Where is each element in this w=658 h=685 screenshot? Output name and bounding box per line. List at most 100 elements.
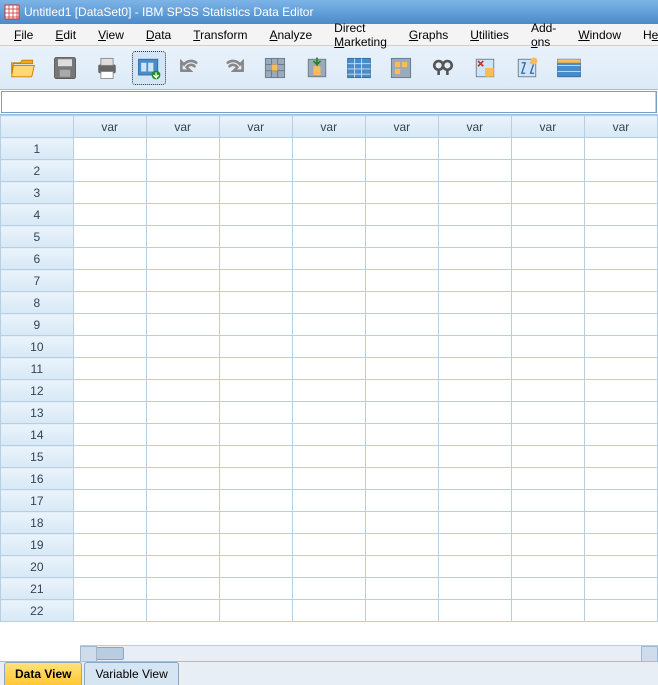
cell[interactable] xyxy=(511,314,584,336)
cell[interactable] xyxy=(292,490,365,512)
cell[interactable] xyxy=(511,402,584,424)
cell[interactable] xyxy=(365,446,438,468)
cell[interactable] xyxy=(292,534,365,556)
cell[interactable] xyxy=(365,380,438,402)
cell[interactable] xyxy=(146,578,219,600)
cell[interactable] xyxy=(73,534,146,556)
cell[interactable] xyxy=(146,358,219,380)
cell[interactable] xyxy=(73,446,146,468)
row-header[interactable]: 12 xyxy=(1,380,74,402)
cell[interactable] xyxy=(219,446,292,468)
cell[interactable] xyxy=(73,512,146,534)
tab-variable-view[interactable]: Variable View xyxy=(84,662,178,685)
cell[interactable] xyxy=(584,160,657,182)
cell[interactable] xyxy=(584,314,657,336)
cell[interactable] xyxy=(292,182,365,204)
cell[interactable] xyxy=(438,358,511,380)
cell[interactable] xyxy=(146,248,219,270)
cell[interactable] xyxy=(73,160,146,182)
cell[interactable] xyxy=(73,204,146,226)
cell[interactable] xyxy=(146,534,219,556)
cell[interactable] xyxy=(146,204,219,226)
menu-transform[interactable]: Transform xyxy=(183,26,257,44)
cell[interactable] xyxy=(146,468,219,490)
row-header[interactable]: 14 xyxy=(1,424,74,446)
menu-add-ons[interactable]: Add-ons xyxy=(521,19,566,51)
cell[interactable] xyxy=(438,446,511,468)
menu-data[interactable]: Data xyxy=(136,26,181,44)
cell[interactable] xyxy=(365,182,438,204)
cell[interactable] xyxy=(292,358,365,380)
print-button[interactable] xyxy=(90,51,124,85)
column-header[interactable]: var xyxy=(292,116,365,138)
cell[interactable] xyxy=(511,358,584,380)
cell[interactable] xyxy=(584,358,657,380)
cell[interactable] xyxy=(73,292,146,314)
row-header[interactable]: 3 xyxy=(1,182,74,204)
cell[interactable] xyxy=(584,226,657,248)
cell[interactable] xyxy=(73,468,146,490)
cell[interactable] xyxy=(146,138,219,160)
data-grid[interactable]: varvarvarvarvarvarvarvar 123456789101112… xyxy=(0,114,658,661)
cell[interactable] xyxy=(584,556,657,578)
menu-edit[interactable]: Edit xyxy=(45,26,86,44)
cell[interactable] xyxy=(292,248,365,270)
column-header[interactable]: var xyxy=(219,116,292,138)
cell[interactable] xyxy=(146,402,219,424)
cell[interactable] xyxy=(438,380,511,402)
cell[interactable] xyxy=(511,160,584,182)
variables-button[interactable] xyxy=(342,51,376,85)
cell[interactable] xyxy=(584,336,657,358)
cell[interactable] xyxy=(219,556,292,578)
cell[interactable] xyxy=(219,336,292,358)
cell[interactable] xyxy=(511,468,584,490)
cell[interactable] xyxy=(73,336,146,358)
cell[interactable] xyxy=(146,226,219,248)
insert-variable-button[interactable] xyxy=(510,51,544,85)
row-header[interactable]: 9 xyxy=(1,314,74,336)
cell[interactable] xyxy=(146,446,219,468)
row-header[interactable]: 22 xyxy=(1,600,74,622)
cell[interactable] xyxy=(511,138,584,160)
cell[interactable] xyxy=(584,380,657,402)
cell[interactable] xyxy=(438,600,511,622)
cell[interactable] xyxy=(438,424,511,446)
cell[interactable] xyxy=(219,226,292,248)
cell[interactable] xyxy=(73,358,146,380)
cell[interactable] xyxy=(365,292,438,314)
cell[interactable] xyxy=(73,556,146,578)
menu-help[interactable]: Help xyxy=(633,26,658,44)
row-header[interactable]: 13 xyxy=(1,402,74,424)
cell[interactable] xyxy=(292,468,365,490)
cell[interactable] xyxy=(365,204,438,226)
cell[interactable] xyxy=(584,468,657,490)
cell[interactable] xyxy=(292,314,365,336)
open-button[interactable] xyxy=(6,51,40,85)
cell[interactable] xyxy=(438,182,511,204)
cell[interactable] xyxy=(73,138,146,160)
cell[interactable] xyxy=(365,534,438,556)
cell[interactable] xyxy=(219,314,292,336)
cell[interactable] xyxy=(511,490,584,512)
cell[interactable] xyxy=(365,424,438,446)
cell[interactable] xyxy=(146,336,219,358)
cell[interactable] xyxy=(219,468,292,490)
cell[interactable] xyxy=(438,248,511,270)
redo-button[interactable] xyxy=(216,51,250,85)
cell[interactable] xyxy=(438,468,511,490)
split-file-button[interactable] xyxy=(552,51,586,85)
cell[interactable] xyxy=(73,490,146,512)
cell[interactable] xyxy=(73,578,146,600)
cell[interactable] xyxy=(584,182,657,204)
cell[interactable] xyxy=(292,270,365,292)
cell[interactable] xyxy=(511,380,584,402)
cell[interactable] xyxy=(73,380,146,402)
cell[interactable] xyxy=(584,534,657,556)
cell[interactable] xyxy=(584,424,657,446)
cell[interactable] xyxy=(219,380,292,402)
menu-graphs[interactable]: Graphs xyxy=(399,26,458,44)
cell[interactable] xyxy=(438,204,511,226)
cell[interactable] xyxy=(292,226,365,248)
cell[interactable] xyxy=(365,556,438,578)
cell[interactable] xyxy=(146,380,219,402)
